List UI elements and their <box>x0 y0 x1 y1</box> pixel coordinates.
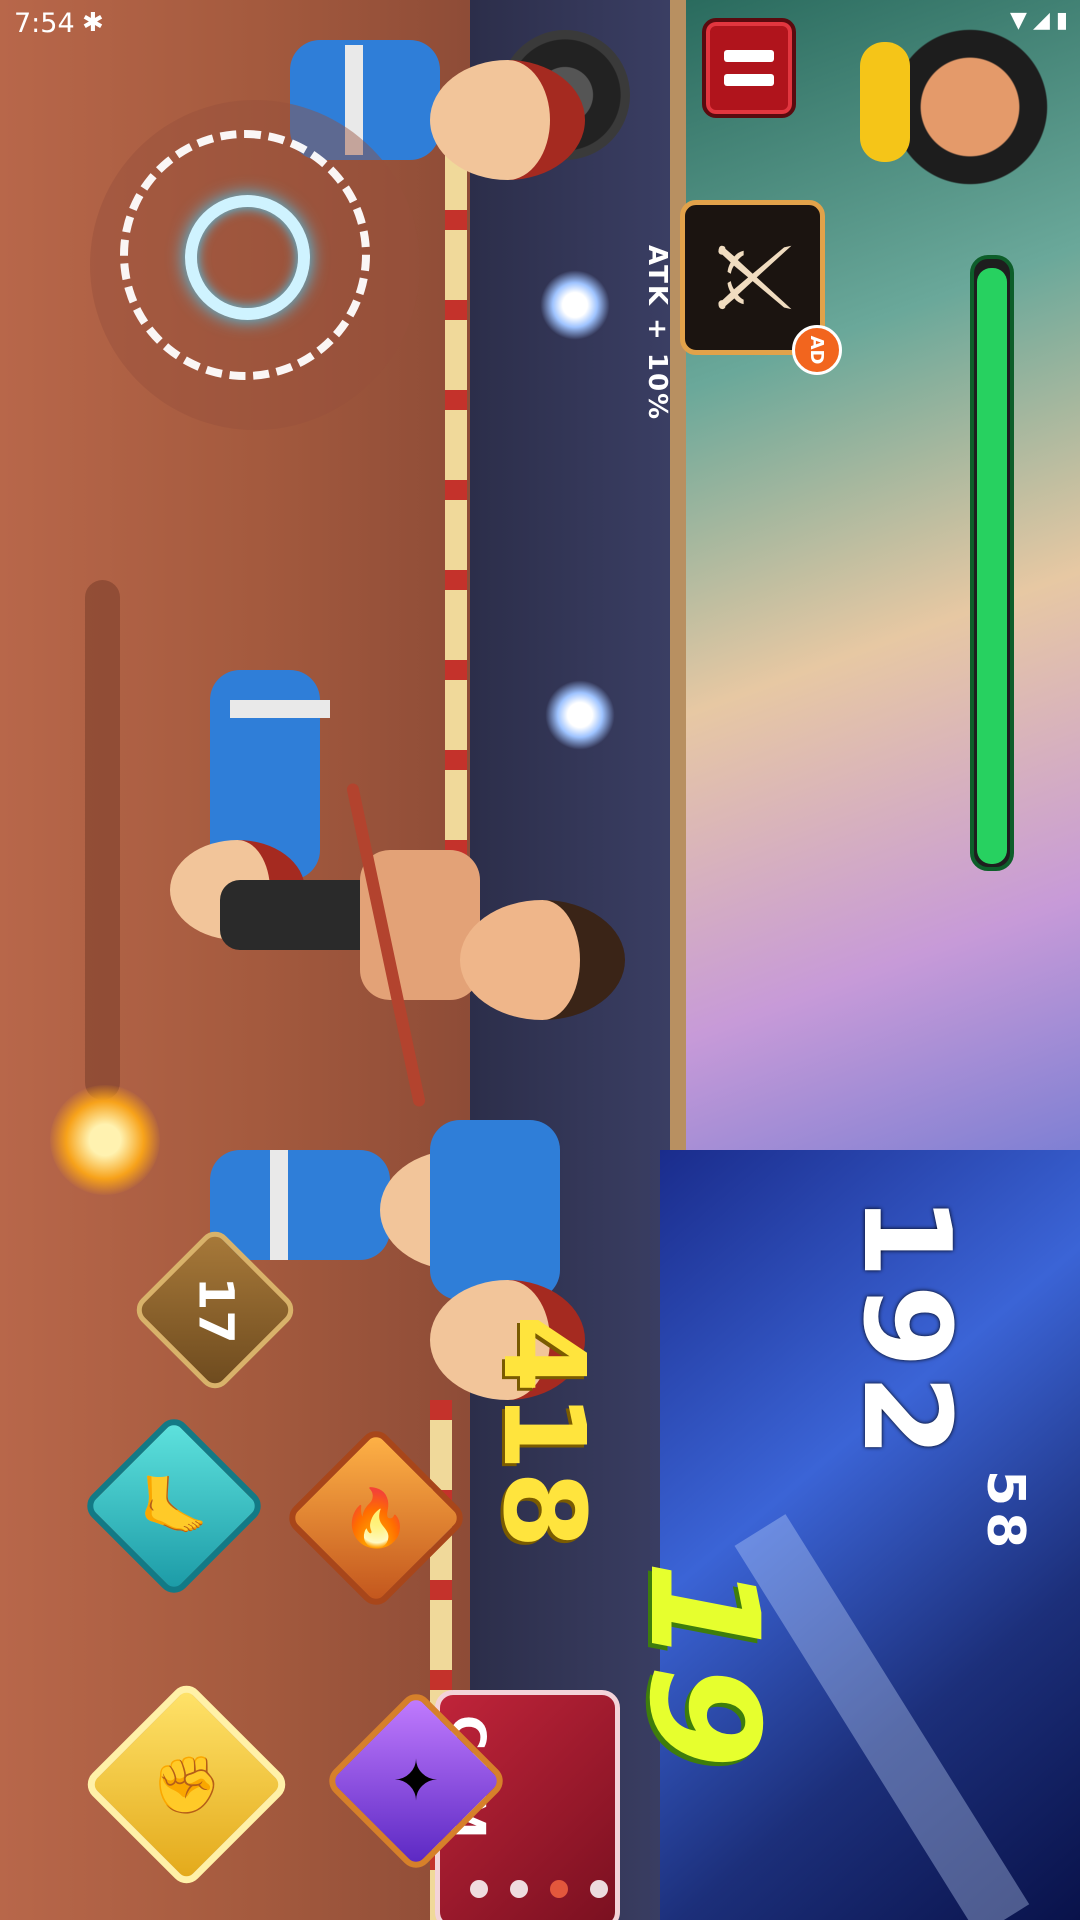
stage-light <box>540 270 610 340</box>
page-indicator <box>470 1880 608 1898</box>
fire-fist-icon: 🔥 <box>341 1485 411 1551</box>
crossed-swords-icon: ⚔ <box>694 232 811 323</box>
player-fighter <box>220 820 625 1120</box>
pause-icon <box>724 50 774 62</box>
page-dot[interactable] <box>470 1880 488 1898</box>
status-time: 7:54 <box>14 8 75 39</box>
page-dot[interactable] <box>510 1880 528 1898</box>
score-value: 192 <box>836 1195 975 1464</box>
ad-badge: AD <box>792 325 842 375</box>
ring-rope <box>445 140 467 860</box>
bug-icon: ✱ <box>82 8 104 38</box>
skill-counter-value: 17 <box>186 1276 243 1344</box>
energy-orb-icon <box>50 1085 160 1195</box>
health-fill <box>977 268 1007 864</box>
score-sub-value: 58 <box>975 1470 1035 1555</box>
floor-shadow <box>85 580 120 1100</box>
pause-icon <box>724 74 774 86</box>
boss-portrait <box>860 22 1060 192</box>
buff-label: ATK + 10% <box>642 245 672 422</box>
hit-counter: 19 <box>616 1560 790 1769</box>
pause-button[interactable] <box>702 18 796 118</box>
virtual-joystick[interactable] <box>90 100 420 430</box>
fist-icon: ✊ <box>151 1752 222 1818</box>
stage-light <box>545 680 615 750</box>
burst-icon: ✦ <box>392 1748 440 1814</box>
battery-icon: ▮ <box>1055 8 1068 33</box>
joystick-knob[interactable] <box>185 195 310 320</box>
damage-number: 418 <box>478 1315 608 1549</box>
page-dot-active[interactable] <box>550 1880 568 1898</box>
boss-health-bar <box>970 255 1014 871</box>
kick-icon: 🦶 <box>139 1473 209 1539</box>
page-dot[interactable] <box>590 1880 608 1898</box>
